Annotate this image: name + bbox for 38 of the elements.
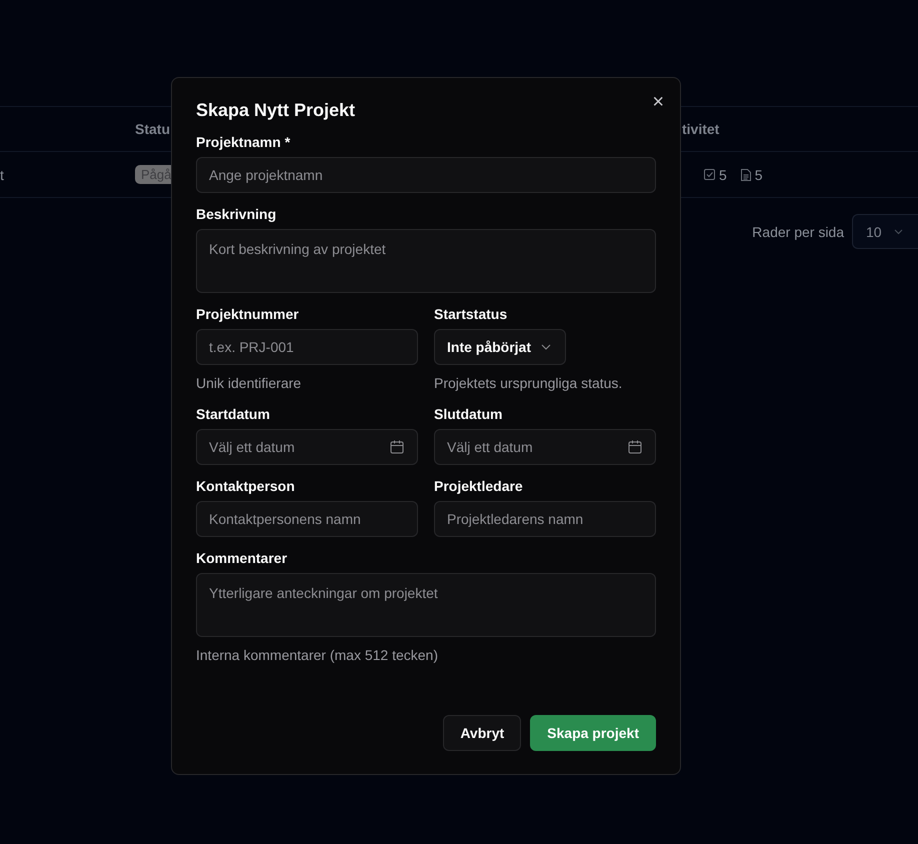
input-field[interactable]: t.ex. PRJ-001 xyxy=(196,329,418,365)
cancel-button[interactable]: Avbryt xyxy=(443,715,522,751)
rows-per-page-select[interactable]: 10 xyxy=(852,214,918,249)
text-area[interactable]: Ytterligare anteckningar om projektet xyxy=(196,573,656,637)
field-label: Projektledare xyxy=(434,477,523,496)
column-header: tivitet xyxy=(682,121,720,137)
field-label: Startstatus xyxy=(434,305,508,324)
field-label: Kontaktperson xyxy=(196,477,295,496)
date-field[interactable]: Välj ett datum xyxy=(196,429,418,465)
chevron-icon xyxy=(894,228,903,234)
table-cell: t xyxy=(0,166,4,182)
field-label: Projektnummer xyxy=(196,305,299,324)
text-area[interactable]: Kort beskrivning av projektet xyxy=(196,229,656,293)
field-label: Projektnamn * xyxy=(196,133,290,152)
input-field[interactable]: Projektledarens namn xyxy=(434,501,656,537)
count: 5 xyxy=(754,166,763,182)
field-label: Kommentarer xyxy=(196,549,288,568)
helper-text: Projektets ursprungliga status. xyxy=(434,374,622,393)
date-field[interactable]: Välj ett datum xyxy=(434,429,656,465)
status-select[interactable]: Inte påbörjat xyxy=(434,329,566,365)
field-label: Beskrivning xyxy=(196,205,276,224)
field-label: Slutdatum xyxy=(434,405,502,424)
create-button[interactable]: Skapa projekt xyxy=(530,715,656,751)
count: 5 xyxy=(719,166,727,182)
helper-text: Interna kommentarer (max 512 tecken) xyxy=(196,646,438,665)
calendar-icon xyxy=(390,440,404,454)
calendar-icon xyxy=(628,440,642,454)
close-button[interactable]: × xyxy=(652,92,664,112)
checkbox-icon xyxy=(704,169,715,180)
dialog-title: Skapa Nytt Projekt xyxy=(196,99,356,122)
input-field[interactable]: Kontaktpersonens namn xyxy=(196,501,418,537)
field-label: Startdatum xyxy=(196,405,270,424)
column-header: Statu xyxy=(135,121,170,137)
input-field[interactable]: Ange projektnamn xyxy=(196,157,656,193)
chevron-icon xyxy=(541,344,552,350)
helper-text: Unik identifierare xyxy=(196,374,302,393)
rows-per-page-label: Rader per sida xyxy=(752,224,844,240)
document-icon xyxy=(740,168,751,180)
